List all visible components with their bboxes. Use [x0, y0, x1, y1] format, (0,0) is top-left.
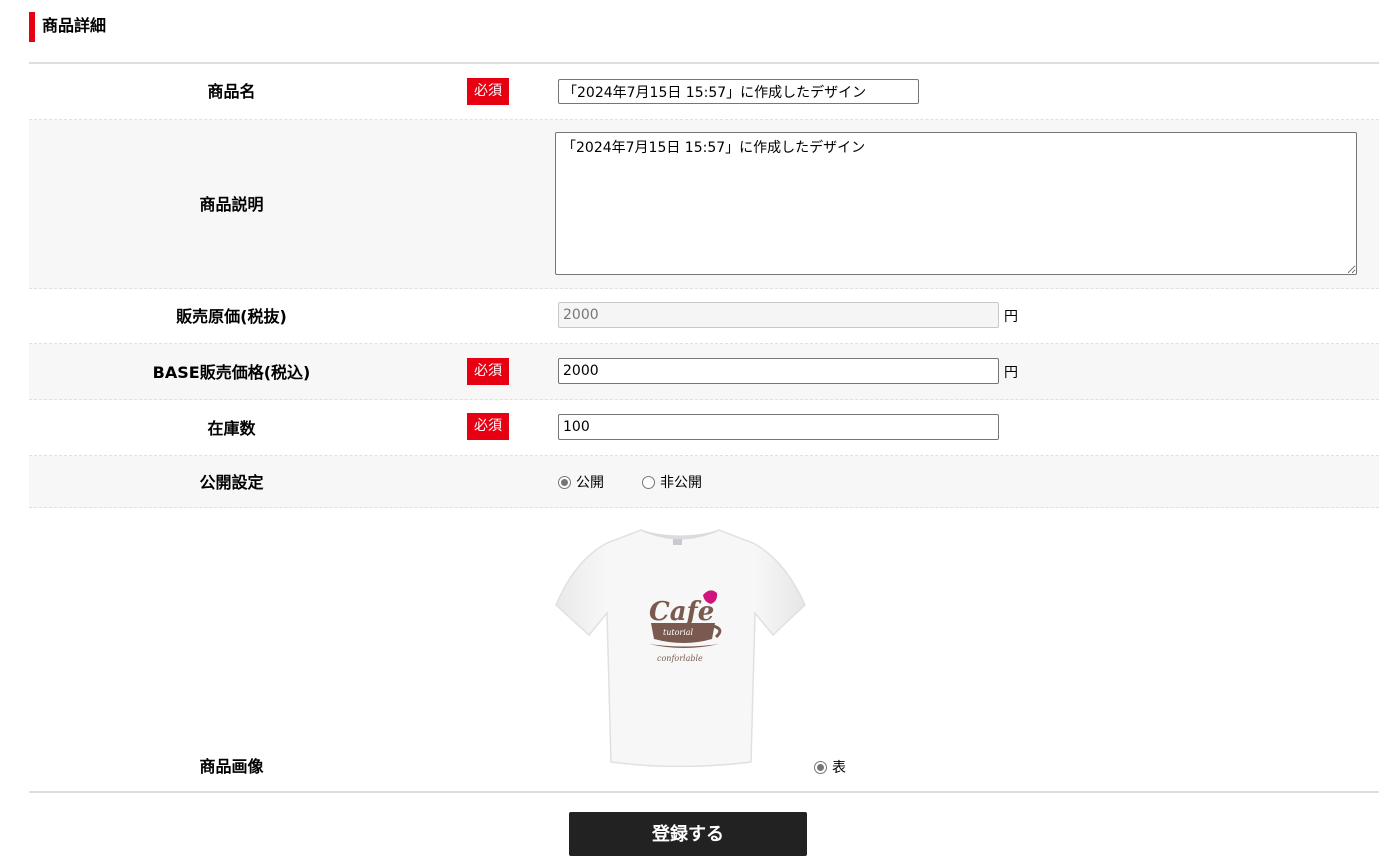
- sale-price-input[interactable]: [558, 358, 999, 384]
- sale-price-unit: 円: [1004, 365, 1018, 381]
- section-title: 商品詳細: [29, 12, 106, 42]
- required-badge: 必須: [467, 413, 509, 440]
- product-name-input[interactable]: [558, 79, 919, 104]
- base-price-input: [558, 302, 999, 328]
- radio-public-label: 公開: [576, 475, 604, 491]
- radio-private[interactable]: 非公開: [642, 472, 702, 492]
- row-sale-price: BASE販売価格(税込) 必須 円: [29, 344, 1379, 400]
- tshirt-image: Cafe tutorial conforlable: [555, 529, 806, 767]
- stock-label: 在庫数: [207, 419, 256, 438]
- radio-front[interactable]: 表: [814, 757, 846, 777]
- tshirt-tag: [673, 539, 682, 545]
- sale-price-label: BASE販売価格(税込): [152, 363, 311, 382]
- register-button[interactable]: 登録する: [569, 812, 807, 856]
- radio-private-label: 非公開: [660, 475, 702, 491]
- product-description-label: 商品説明: [199, 195, 264, 214]
- row-base-price: 販売原価(税抜) 円: [29, 289, 1379, 344]
- logo-cafe-text: Cafe: [649, 597, 714, 627]
- radio-public[interactable]: 公開: [558, 472, 604, 492]
- row-stock: 在庫数 必須: [29, 400, 1379, 456]
- product-image-label: 商品画像: [199, 757, 264, 776]
- visibility-label: 公開設定: [199, 473, 264, 492]
- required-badge: 必須: [467, 78, 509, 105]
- product-description-textarea[interactable]: 「2024年7月15日 15:57」に作成したデザイン: [555, 132, 1357, 275]
- tshirt-body: [555, 529, 806, 767]
- base-price-unit: 円: [1004, 309, 1018, 325]
- radio-front-label: 表: [832, 760, 846, 776]
- row-product-name: 商品名 必須: [29, 64, 1379, 120]
- row-visibility: 公開設定 公開 非公開: [29, 456, 1379, 508]
- radio-front-button[interactable]: [814, 760, 827, 774]
- row-product-description: 商品説明 「2024年7月15日 15:57」に作成したデザイン: [29, 120, 1379, 289]
- logo-comfortable-text: conforlable: [657, 654, 703, 663]
- logo-tutorial-text: tutorial: [663, 628, 694, 637]
- required-badge: 必須: [467, 358, 509, 385]
- base-price-label: 販売原価(税抜): [176, 307, 287, 326]
- bottom-divider: [29, 791, 1379, 793]
- product-name-label: 商品名: [207, 82, 256, 101]
- radio-public-button[interactable]: [558, 475, 571, 489]
- radio-private-button[interactable]: [642, 475, 655, 489]
- stock-input[interactable]: [558, 414, 999, 440]
